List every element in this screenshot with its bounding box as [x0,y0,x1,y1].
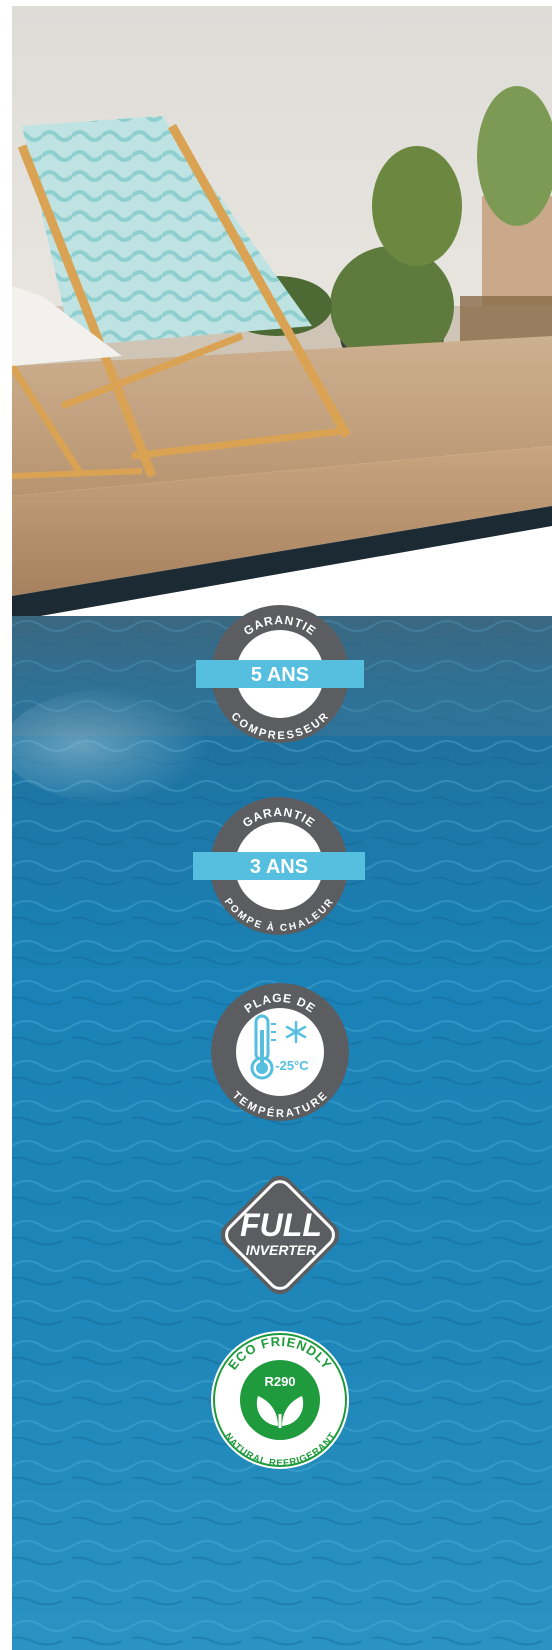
full-inverter-seal: FULL INVERTER [220,1175,340,1295]
eco-friendly-seal: ECO FRIENDLY NATURAL REFRIGERANT R290 [211,1331,349,1469]
heat-pump-warranty-badge: GARANTIE POMPE À CHALEUR 3 ANS [193,794,365,938]
temperature-range-badge: PLAGE DE TEMPÉRATURE -25°C [208,980,352,1124]
inverter-label: INVERTER [246,1242,317,1258]
badge-ribbon-label: 3 ANS [250,856,308,878]
full-inverter-badge: FULL INVERTER [208,1163,352,1307]
full-label: FULL [240,1207,322,1243]
page: GARANTIE COMPRESSEUR 5 ANS GARANTIE POMP… [0,0,552,1650]
heat-pump-warranty-seal: GARANTIE POMPE À CHALEUR 3 ANS [193,797,365,935]
temperature-range-seal: PLAGE DE TEMPÉRATURE -25°C [211,983,349,1121]
temperature-value: -25°C [275,1058,309,1073]
eco-friendly-badge: ECO FRIENDLY NATURAL REFRIGERANT R290 [208,1328,352,1472]
compressor-warranty-badge: GARANTIE COMPRESSEUR 5 ANS [196,602,364,746]
compressor-warranty-seal: GARANTIE COMPRESSEUR 5 ANS [196,605,364,743]
badge-ribbon-label: 5 ANS [251,664,309,686]
refrigerant-label: R290 [264,1374,295,1389]
